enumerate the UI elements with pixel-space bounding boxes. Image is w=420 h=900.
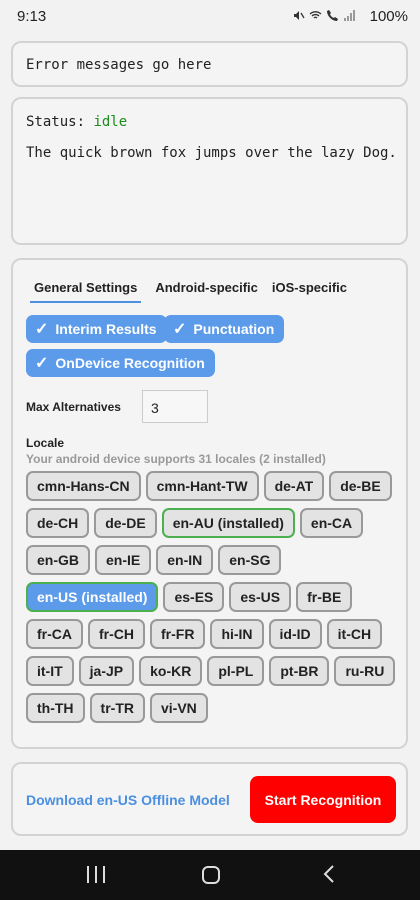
locale-chip[interactable]: en-SG bbox=[218, 545, 282, 575]
check-icon: ✓ bbox=[35, 355, 49, 372]
locale-chip[interactable]: cmn-Hant-TW bbox=[145, 471, 259, 501]
locale-row: en-GB en-IE en-IN en-SG bbox=[26, 545, 396, 575]
settings-tabs: General Settings Android-specific iOS-sp… bbox=[30, 280, 347, 303]
punctuation-label: Punctuation bbox=[193, 321, 275, 337]
locale-row: th-TH tr-TR vi-VN bbox=[26, 693, 396, 723]
locale-chip[interactable]: en-US (installed) bbox=[26, 582, 159, 612]
locale-chip[interactable]: ru-RU bbox=[334, 656, 396, 686]
locale-chip[interactable]: pt-BR bbox=[269, 656, 330, 686]
locale-chip[interactable]: en-GB bbox=[26, 545, 90, 575]
locale-chip[interactable]: cmn-Hans-CN bbox=[26, 471, 141, 501]
locale-row: fr-CA fr-CH fr-FR hi-IN id-ID it-CH bbox=[26, 619, 396, 649]
mute-icon bbox=[292, 9, 305, 22]
recents-icon[interactable] bbox=[87, 866, 105, 883]
check-icon: ✓ bbox=[173, 321, 187, 338]
battery-text: 100% bbox=[369, 8, 408, 25]
battery-level: 100% bbox=[370, 8, 408, 25]
locale-chip[interactable]: ko-KR bbox=[139, 656, 203, 686]
locale-subtitle: Your android device supports 31 locales … bbox=[26, 452, 326, 466]
tab-general-settings[interactable]: General Settings bbox=[30, 280, 142, 303]
locale-row: de-CH de-DE en-AU (installed) en-CA bbox=[26, 508, 396, 538]
locale-chip[interactable]: id-ID bbox=[268, 619, 322, 649]
call-icon bbox=[326, 9, 339, 22]
locale-chip[interactable]: de-DE bbox=[94, 508, 157, 538]
interim-results-label: Interim Results bbox=[55, 321, 157, 337]
locale-chip[interactable]: pl-PL bbox=[207, 656, 265, 686]
locale-chip[interactable]: es-US bbox=[229, 582, 292, 612]
clock: 9:13 bbox=[17, 8, 47, 25]
locale-chip-list: cmn-Hans-CN cmn-Hant-TW de-AT de-BE de-CH de-… bbox=[26, 471, 396, 730]
wifi-icon bbox=[309, 9, 322, 22]
start-recognition-button[interactable]: Start Recognition bbox=[250, 776, 396, 823]
locale-row: it-IT ja-JP ko-KR pl-PL pt-BR ru-RU bbox=[26, 656, 396, 686]
locale-chip[interactable]: fr-CH bbox=[88, 619, 145, 649]
error-text: Error messages go here bbox=[26, 57, 212, 73]
max-alternatives-label: Max Alternatives bbox=[26, 400, 121, 414]
locale-chip[interactable]: fr-FR bbox=[150, 619, 206, 649]
locale-row: cmn-Hans-CN cmn-Hant-TW de-AT de-BE bbox=[26, 471, 396, 501]
status-box: Status: idle The quick brown fox jumps o… bbox=[11, 97, 408, 245]
status-label: Status: bbox=[26, 114, 86, 130]
status-icons bbox=[292, 9, 356, 22]
system-nav-bar bbox=[0, 850, 420, 900]
locale-chip[interactable]: vi-VN bbox=[149, 693, 208, 723]
locale-label: Locale bbox=[26, 436, 65, 450]
locale-chip[interactable]: de-CH bbox=[26, 508, 90, 538]
locale-chip[interactable]: de-BE bbox=[329, 471, 392, 501]
locale-chip[interactable]: en-IE bbox=[95, 545, 152, 575]
check-icon: ✓ bbox=[35, 321, 49, 338]
status-value: idle bbox=[93, 114, 128, 130]
locale-chip[interactable]: en-IN bbox=[156, 545, 214, 575]
settings-panel: General Settings Android-specific iOS-sp… bbox=[11, 258, 408, 749]
locale-chip[interactable]: hi-IN bbox=[210, 619, 264, 649]
tab-android-specific[interactable]: Android-specific bbox=[155, 280, 258, 303]
locale-chip[interactable]: es-ES bbox=[163, 582, 225, 612]
status-bar: 9:13 100% bbox=[0, 0, 420, 34]
locale-row: en-US (installed) es-ES es-US fr-BE bbox=[26, 582, 396, 612]
locale-chip[interactable]: de-AT bbox=[263, 471, 325, 501]
locale-chip[interactable]: ja-JP bbox=[78, 656, 135, 686]
actions-panel: Download en-US Offline Model Start Recog… bbox=[11, 762, 408, 836]
error-message-box: Error messages go here bbox=[11, 41, 408, 87]
ondevice-recognition-label: OnDevice Recognition bbox=[55, 355, 205, 371]
status-line: Status: idle bbox=[26, 114, 127, 130]
punctuation-toggle[interactable]: ✓ Punctuation bbox=[164, 315, 285, 343]
interim-results-toggle[interactable]: ✓ Interim Results bbox=[26, 315, 167, 343]
signal-icon bbox=[343, 9, 356, 22]
transcript-text: The quick brown fox jumps over the lazy … bbox=[26, 145, 397, 161]
back-icon[interactable] bbox=[322, 864, 336, 884]
home-icon[interactable] bbox=[202, 866, 220, 884]
ondevice-recognition-toggle[interactable]: ✓ OnDevice Recognition bbox=[26, 349, 215, 377]
locale-chip[interactable]: fr-BE bbox=[296, 582, 353, 612]
locale-chip[interactable]: it-IT bbox=[26, 656, 74, 686]
tab-ios-specific[interactable]: iOS-specific bbox=[272, 280, 347, 303]
max-alternatives-input[interactable]: 3 bbox=[142, 390, 208, 423]
locale-chip[interactable]: tr-TR bbox=[89, 693, 145, 723]
locale-chip[interactable]: th-TH bbox=[26, 693, 85, 723]
locale-chip[interactable]: en-CA bbox=[299, 508, 364, 538]
locale-chip[interactable]: it-CH bbox=[326, 619, 383, 649]
locale-chip[interactable]: fr-CA bbox=[26, 619, 83, 649]
download-model-link[interactable]: Download en-US Offline Model bbox=[26, 792, 230, 808]
locale-chip[interactable]: en-AU (installed) bbox=[161, 508, 295, 538]
